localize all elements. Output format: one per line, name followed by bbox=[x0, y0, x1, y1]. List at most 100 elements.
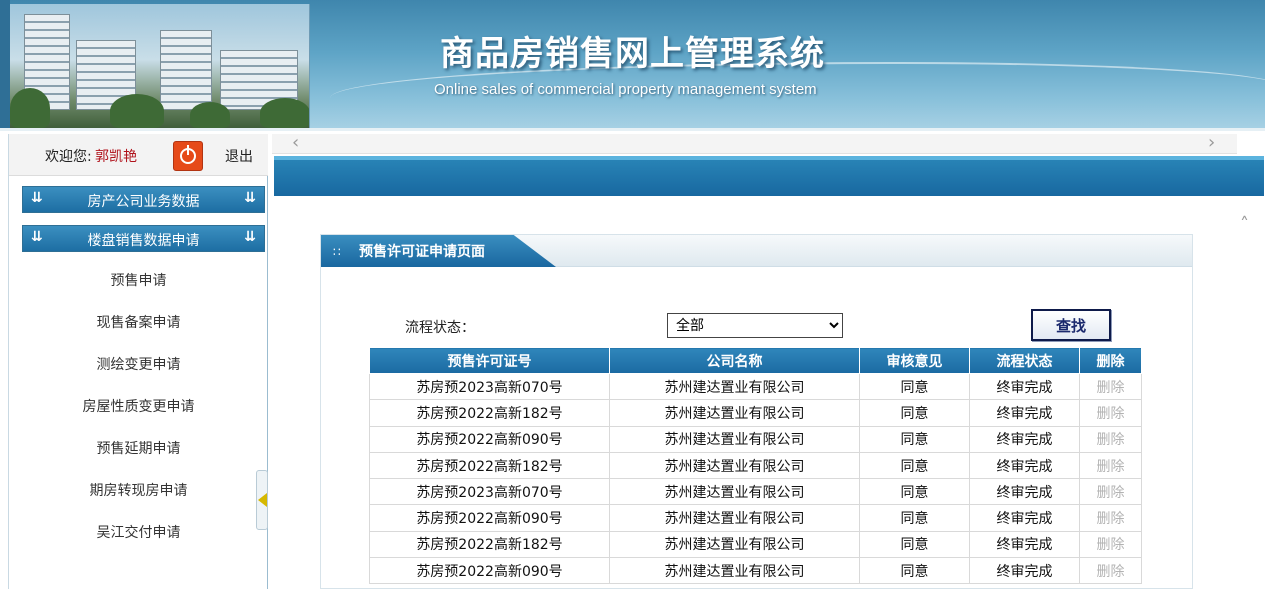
content-top-bar bbox=[274, 156, 1264, 196]
permit-no-cell: 苏房预2023高新070号 bbox=[369, 478, 610, 506]
building-shape bbox=[160, 30, 212, 110]
permit-no-cell: 苏房预2022高新182号 bbox=[369, 399, 610, 427]
app-title: 商品房销售网上管理系统 bbox=[440, 34, 825, 74]
nav-group-sales-application[interactable]: ⇊ 楼盘销售数据申请 ⇊ bbox=[22, 225, 265, 252]
company-cell: 苏州建达置业有限公司 bbox=[609, 478, 860, 506]
tree-shape bbox=[110, 94, 164, 128]
sidebar-item-wujiang-delivery[interactable]: 吴江交付申请 bbox=[9, 522, 268, 546]
main-content: ‹ › ˄ ∷ 预售许可证申请页面 流程状态： 全部 查找 预售许可证号 公司名… bbox=[272, 132, 1265, 589]
header-building-image bbox=[10, 4, 310, 128]
permit-no-cell: 苏房预2022高新182号 bbox=[369, 530, 610, 559]
panel-header: ∷ 预售许可证申请页面 bbox=[321, 235, 1192, 267]
review-opinion-cell: 同意 bbox=[859, 451, 970, 480]
review-opinion-cell: 同意 bbox=[859, 530, 970, 559]
header-left-edge bbox=[0, 0, 10, 131]
header-banner: 商品房销售网上管理系统 Online sales of commercial p… bbox=[0, 0, 1265, 131]
welcome-bar: 欢迎您: 郭凯艳 退出 bbox=[9, 134, 268, 176]
delete-link[interactable]: 删除 bbox=[1079, 504, 1142, 532]
review-opinion-cell: 同意 bbox=[859, 399, 970, 427]
sidebar-collapse-toggle[interactable] bbox=[256, 470, 268, 530]
company-cell: 苏州建达置业有限公司 bbox=[609, 504, 860, 532]
column-header-company: 公司名称 bbox=[609, 347, 860, 374]
chevron-double-down-icon: ⇊ bbox=[244, 229, 256, 245]
presale-permit-panel: ∷ 预售许可证申请页面 流程状态： 全部 查找 预售许可证号 公司名称 审核意见… bbox=[320, 234, 1193, 589]
process-status-cell: 终审完成 bbox=[969, 504, 1080, 532]
chevron-up-icon[interactable]: ˄ bbox=[1240, 214, 1249, 235]
chevron-left-icon[interactable]: ‹ bbox=[292, 132, 299, 153]
table-header-row: 预售许可证号 公司名称 审核意见 流程状态 删除 bbox=[369, 347, 1142, 374]
tree-shape bbox=[10, 88, 50, 128]
table-row[interactable]: 苏房预2022高新090号 苏州建达置业有限公司 同意 终审完成 删除 bbox=[369, 504, 1142, 532]
permit-no-cell: 苏房预2022高新182号 bbox=[369, 451, 610, 480]
delete-link[interactable]: 删除 bbox=[1079, 557, 1142, 585]
table-row[interactable]: 苏房预2022高新090号 苏州建达置业有限公司 同意 终审完成 删除 bbox=[369, 557, 1142, 585]
review-opinion-cell: 同意 bbox=[859, 372, 970, 401]
content-top-bar-highlight bbox=[274, 156, 1264, 160]
table-row[interactable]: 苏房预2023高新070号 苏州建达置业有限公司 同意 终审完成 删除 bbox=[369, 478, 1142, 506]
permit-no-cell: 苏房预2022高新090号 bbox=[369, 557, 610, 585]
chevron-right-icon[interactable]: › bbox=[1208, 132, 1215, 153]
permit-no-cell: 苏房预2022高新090号 bbox=[369, 425, 610, 453]
column-header-delete: 删除 bbox=[1079, 347, 1142, 374]
table-row[interactable]: 苏房预2023高新070号 苏州建达置业有限公司 同意 终审完成 删除 bbox=[369, 372, 1142, 401]
process-status-cell: 终审完成 bbox=[969, 557, 1080, 585]
review-opinion-cell: 同意 bbox=[859, 425, 970, 453]
sidebar-item-property-type-change[interactable]: 房屋性质变更申请 bbox=[9, 396, 268, 420]
process-status-label: 流程状态： bbox=[405, 320, 475, 336]
sidebar-item-presale-extension[interactable]: 预售延期申请 bbox=[9, 438, 268, 462]
power-icon bbox=[180, 145, 196, 164]
company-cell: 苏州建达置业有限公司 bbox=[609, 425, 860, 453]
permit-no-cell: 苏房预2022高新090号 bbox=[369, 504, 610, 532]
sidebar: 欢迎您: 郭凯艳 退出 ⇊ 房产公司业务数据 ⇊ ⇊ 楼盘销售数据申请 ⇊ 预售… bbox=[8, 134, 268, 589]
sidebar-item-survey-change[interactable]: 测绘变更申请 bbox=[9, 354, 268, 378]
company-cell: 苏州建达置业有限公司 bbox=[609, 530, 860, 559]
nav-group-company-data[interactable]: ⇊ 房产公司业务数据 ⇊ bbox=[22, 186, 265, 213]
permit-table: 预售许可证号 公司名称 审核意见 流程状态 删除 苏房预2023高新070号 苏… bbox=[369, 347, 1142, 585]
column-header-process-status: 流程状态 bbox=[969, 347, 1080, 374]
delete-link[interactable]: 删除 bbox=[1079, 399, 1142, 427]
username: 郭凯艳 bbox=[95, 149, 137, 165]
nav-group-label: 房产公司业务数据 bbox=[87, 194, 200, 210]
delete-link[interactable]: 删除 bbox=[1079, 425, 1142, 453]
horizontal-scrollbar[interactable]: ‹ › bbox=[272, 132, 1237, 154]
tree-shape bbox=[190, 102, 230, 128]
logout-link[interactable]: 退出 bbox=[225, 146, 253, 166]
sidebar-item-presale-application[interactable]: 预售申请 bbox=[9, 270, 268, 294]
process-status-cell: 终审完成 bbox=[969, 530, 1080, 559]
nav-group-label: 楼盘销售数据申请 bbox=[87, 233, 200, 249]
company-cell: 苏州建达置业有限公司 bbox=[609, 557, 860, 585]
sidebar-item-futures-to-spot[interactable]: 期房转现房申请 bbox=[9, 480, 268, 504]
review-opinion-cell: 同意 bbox=[859, 478, 970, 506]
company-cell: 苏州建达置业有限公司 bbox=[609, 451, 860, 480]
permit-no-cell: 苏房预2023高新070号 bbox=[369, 372, 610, 401]
search-button[interactable]: 查找 bbox=[1031, 309, 1111, 341]
delete-link[interactable]: 删除 bbox=[1079, 372, 1142, 401]
triangle-left-icon bbox=[258, 493, 267, 507]
panel-title: 预售许可证申请页面 bbox=[359, 244, 485, 260]
process-status-cell: 终审完成 bbox=[969, 372, 1080, 401]
process-status-cell: 终审完成 bbox=[969, 399, 1080, 427]
app-subtitle: Online sales of commercial property mana… bbox=[434, 81, 817, 98]
delete-link[interactable]: 删除 bbox=[1079, 451, 1142, 480]
chevron-double-down-icon: ⇊ bbox=[244, 190, 256, 206]
column-header-permit-no: 预售许可证号 bbox=[369, 347, 610, 374]
table-row[interactable]: 苏房预2022高新182号 苏州建达置业有限公司 同意 终审完成 删除 bbox=[369, 530, 1142, 559]
column-header-review-opinion: 审核意见 bbox=[859, 347, 970, 374]
welcome-label: 欢迎您: bbox=[45, 149, 92, 165]
delete-link[interactable]: 删除 bbox=[1079, 530, 1142, 559]
header-divider bbox=[0, 128, 1265, 131]
review-opinion-cell: 同意 bbox=[859, 557, 970, 585]
table-row[interactable]: 苏房预2022高新182号 苏州建达置业有限公司 同意 终审完成 删除 bbox=[369, 451, 1142, 480]
company-cell: 苏州建达置业有限公司 bbox=[609, 399, 860, 427]
grid-dots-icon: ∷ bbox=[333, 245, 341, 259]
logout-power-button[interactable] bbox=[173, 141, 203, 171]
company-cell: 苏州建达置业有限公司 bbox=[609, 372, 860, 401]
table-row[interactable]: 苏房预2022高新090号 苏州建达置业有限公司 同意 终审完成 删除 bbox=[369, 425, 1142, 453]
sidebar-item-spot-sale-filing[interactable]: 现售备案申请 bbox=[9, 312, 268, 336]
process-status-select[interactable]: 全部 bbox=[667, 313, 843, 338]
delete-link[interactable]: 删除 bbox=[1079, 478, 1142, 506]
process-status-cell: 终审完成 bbox=[969, 478, 1080, 506]
table-row[interactable]: 苏房预2022高新182号 苏州建达置业有限公司 同意 终审完成 删除 bbox=[369, 399, 1142, 427]
process-status-cell: 终审完成 bbox=[969, 425, 1080, 453]
panel-title-tab: ∷ 预售许可证申请页面 bbox=[321, 235, 556, 267]
